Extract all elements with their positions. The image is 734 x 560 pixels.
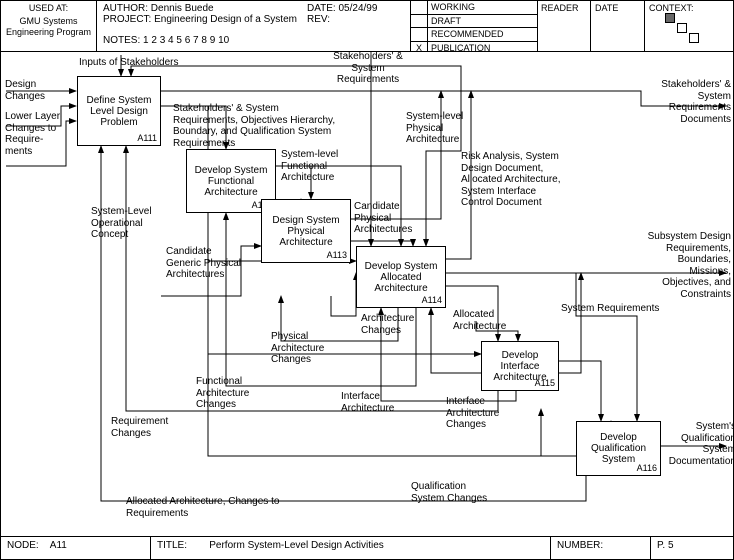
lbl-cgpa: Candidate Generic Physical Architectures [166, 246, 246, 281]
footer-node: NODE: A11 [1, 537, 151, 559]
box-a111: Define System Level Design Problem A111 [77, 76, 161, 146]
lbl-req-changes: Requirement Changes [111, 416, 191, 439]
context-box-2 [677, 23, 687, 33]
idef0-page: USED AT: GMU Systems Engineering Program… [0, 0, 734, 560]
notes-value: 1 2 3 4 5 6 7 8 9 10 [143, 35, 229, 46]
lbl-cpa: Candidate Physical Architectures [354, 201, 434, 236]
lbl-slpa: System-level Physical Architecture [406, 111, 486, 146]
lbl-inputs-stakeholders: Inputs of Stakeholders [79, 57, 179, 69]
lbl-srsr-out: Stakeholders' & System Requirements Docu… [641, 79, 731, 125]
box-a112-title: Develop System Functional Architecture [189, 165, 273, 198]
context-box-3 [689, 33, 699, 43]
lbl-ac: Architecture Changes [361, 313, 431, 336]
lbl-sloc: System-Level Operational Concept [91, 206, 171, 241]
header: USED AT: GMU Systems Engineering Program… [1, 1, 733, 52]
used-at-cell: USED AT: GMU Systems Engineering Program [1, 1, 97, 51]
title-label: TITLE: [157, 540, 187, 551]
lbl-srsr: Stakeholders' & System Requirements [323, 51, 413, 86]
lbl-fac: Functional Architecture Changes [196, 376, 276, 411]
lbl-iac: Interface Architecture Changes [446, 396, 526, 431]
box-a114-id: A114 [422, 296, 442, 306]
box-a113: Design System Physical Architecture A113 [261, 199, 351, 263]
lbl-slfa: System-level Functional Architecture [281, 149, 361, 184]
project-label: PROJECT: [103, 14, 151, 25]
footer-title: TITLE: Perform System-Level Design Activ… [151, 537, 551, 559]
author-project-cell: AUTHOR: Dennis Buede DATE: 05/24/99 PROJ… [97, 1, 411, 51]
date-value: 05/24/99 [339, 3, 378, 14]
date-label: DATE: [307, 3, 336, 14]
lbl-risk: Risk Analysis, System Design Document, A… [461, 151, 571, 209]
box-a115-id: A115 [535, 379, 555, 389]
context-label: CONTEXT: [649, 3, 694, 13]
lbl-aacr: Allocated Architecture, Changes to Requi… [126, 496, 286, 519]
lbl-sysqual-out: System's Qualification System Documentat… [646, 421, 734, 467]
context-box-1 [665, 13, 675, 23]
reader-cell: READER [537, 1, 591, 51]
date-col-cell: DATE [591, 1, 645, 51]
box-a114: Develop System Allocated Architecture A1… [356, 246, 446, 308]
box-a114-title: Develop System Allocated Architecture [359, 261, 443, 294]
lbl-pac: Physical Architecture Changes [271, 331, 351, 366]
node-value: A11 [50, 540, 67, 551]
status-recommended: RECOMMENDED [427, 28, 537, 42]
box-a113-id: A113 [327, 251, 347, 261]
box-a111-title: Define System Level Design Problem [80, 95, 158, 128]
footer-page: P. 5 [651, 537, 733, 559]
lbl-srsr-obj: Stakeholders' & System Requirements, Obj… [173, 103, 343, 149]
lbl-qsc: Qualification System Changes [411, 481, 491, 504]
box-a115: Develop Interface Architecture A115 [481, 341, 559, 391]
lbl-sys-req: System Requirements [561, 303, 661, 315]
page-value: 5 [668, 540, 674, 551]
project-value: Engineering Design of a System [154, 14, 297, 25]
lbl-alloc-arch: Allocated Architecture [453, 309, 523, 332]
notes-label: NOTES: [103, 35, 140, 46]
page-label: P. [657, 540, 665, 551]
number-label: NUMBER: [557, 540, 603, 551]
diagram-canvas: Define System Level Design Problem A111 … [1, 51, 733, 537]
status-draft: DRAFT [427, 15, 537, 29]
date-col-label: DATE [595, 3, 618, 13]
used-at-label: USED AT: [1, 3, 96, 14]
status-working: WORKING [427, 1, 537, 15]
rev-label: REV: [307, 14, 330, 25]
author-label: AUTHOR: [103, 3, 148, 14]
lbl-design-changes: Design Changes [5, 79, 55, 102]
lbl-ia: Interface Architecture [341, 391, 421, 414]
lbl-lower-layer: Lower Layer Changes to Require- ments [5, 111, 65, 157]
reader-label: READER [541, 3, 579, 13]
author-value: Dennis Buede [151, 3, 214, 14]
box-a113-title: Design System Physical Architecture [264, 215, 348, 248]
footer: NODE: A11 TITLE: Perform System-Level De… [1, 536, 733, 559]
status-mark-column: X [411, 1, 428, 51]
box-a111-id: A111 [137, 134, 157, 144]
node-label: NODE: [7, 540, 39, 551]
status-column: WORKING DRAFT RECOMMENDED PUBLICATION [427, 1, 538, 51]
used-at-value: GMU Systems Engineering Program [1, 16, 96, 38]
lbl-subs-out: Subsystem Design Requirements, Boundarie… [641, 231, 731, 300]
context-cell: CONTEXT: [645, 1, 733, 51]
footer-number: NUMBER: [551, 537, 651, 559]
title-value: Perform System-Level Design Activities [209, 540, 384, 551]
